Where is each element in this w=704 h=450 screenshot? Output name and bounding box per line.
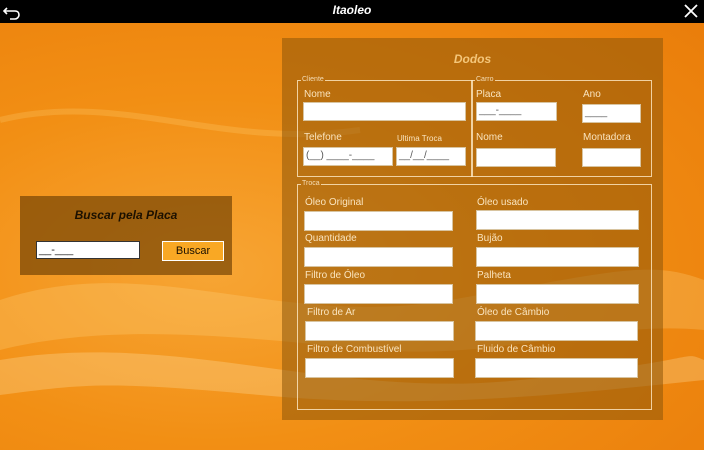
ano-label: Ano [583, 89, 601, 100]
carro-legend: Carro [476, 76, 494, 83]
cliente-nome-label: Nome [304, 89, 331, 100]
data-panel: Dodos Cliente Nome Telefone (__) ____-__… [282, 38, 663, 420]
oleo-original-field[interactable] [304, 211, 453, 231]
ultima-troca-field[interactable]: __/__/____ [396, 147, 466, 166]
data-panel-heading: Dodos [453, 52, 492, 66]
search-button[interactable]: Buscar [162, 241, 224, 261]
cliente-legend: Cliente [302, 76, 324, 83]
montadora-field[interactable] [582, 148, 641, 167]
carro-nome-field[interactable] [476, 148, 556, 167]
montadora-label: Montadora [583, 132, 631, 143]
quantidade-label: Quantidade [305, 233, 357, 244]
title-bar: Itaoleo [0, 0, 704, 23]
oleo-original-label: Óleo Original [305, 197, 364, 208]
filtro-combustivel-label: Filtro de Combustível [307, 344, 402, 355]
placa-field[interactable]: ___-____ [476, 102, 557, 121]
carro-nome-label: Nome [476, 132, 503, 143]
filtro-ar-label: Filtro de Ar [307, 307, 356, 318]
search-panel: Buscar pela Placa __-___ Buscar [20, 196, 232, 275]
telefone-field[interactable]: (__) ____-____ [303, 147, 393, 166]
troca-legend: Troca [302, 180, 320, 187]
filtro-oleo-field[interactable] [304, 284, 453, 304]
oleo-usado-field[interactable] [476, 210, 639, 230]
ano-field[interactable]: ____ [582, 104, 641, 123]
quantidade-field[interactable] [304, 247, 453, 267]
palheta-field[interactable] [476, 284, 639, 304]
close-icon[interactable] [682, 2, 700, 20]
search-heading: Buscar pela Placa [74, 208, 178, 222]
oleo-cambio-label: Óleo de Câmbio [477, 307, 550, 318]
filtro-ar-field[interactable] [305, 321, 454, 341]
telefone-label: Telefone [304, 132, 342, 143]
fluido-cambio-label: Fluido de Câmbio [477, 344, 556, 355]
placa-label: Placa [476, 89, 502, 100]
filtro-combustivel-field[interactable] [305, 358, 454, 378]
oleo-cambio-field[interactable] [475, 321, 638, 341]
filtro-oleo-label: Filtro de Óleo [305, 270, 366, 281]
bujao-label: Bujão [477, 233, 503, 244]
oleo-usado-label: Óleo usado [477, 197, 529, 208]
plate-search-input[interactable]: __-___ [36, 241, 140, 259]
bujao-field[interactable] [476, 247, 639, 267]
window-title: Itaoleo [332, 3, 372, 17]
fluido-cambio-field[interactable] [475, 358, 638, 378]
palheta-label: Palheta [477, 270, 511, 281]
ultima-troca-label: Ultima Troca [397, 134, 442, 143]
cliente-nome-field[interactable] [303, 102, 466, 121]
